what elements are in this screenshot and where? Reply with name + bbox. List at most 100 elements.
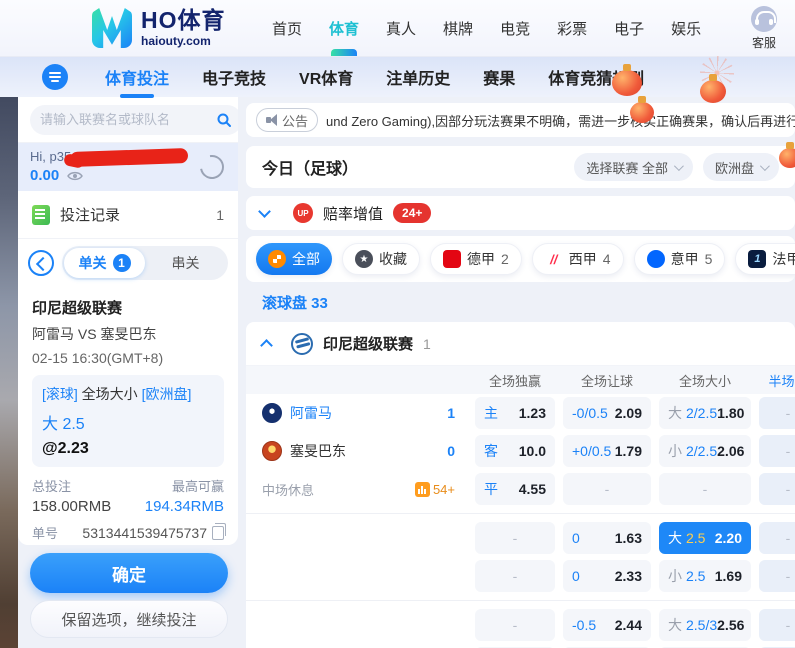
menu-icon[interactable] xyxy=(42,64,68,90)
odds-cell[interactable]: 01.63 xyxy=(563,522,651,554)
max-win-value: 194.34RMB xyxy=(128,498,224,515)
chevron-down-icon[interactable] xyxy=(258,205,271,218)
odds-cell-empty: - xyxy=(759,397,795,429)
tab-esports[interactable]: 电子竞技 xyxy=(202,65,266,89)
balance-amount: 0.00 xyxy=(30,167,59,184)
chip-laliga[interactable]: 西甲 4 xyxy=(532,243,624,275)
nav-entertainment[interactable]: 娱乐 xyxy=(671,18,701,39)
nav-esports[interactable]: 电竞 xyxy=(500,18,530,39)
odds-cell[interactable]: -0.52.44 xyxy=(563,609,651,641)
odds-type-dropdown[interactable]: 欧洲盘 xyxy=(703,153,779,181)
chip-seriea[interactable]: 意甲 5 xyxy=(634,243,726,275)
lantern-decoration xyxy=(700,80,726,103)
divider xyxy=(246,513,795,514)
copy-icon[interactable] xyxy=(212,526,224,540)
background-image-strip xyxy=(0,97,18,648)
nav-sports[interactable]: 体育 xyxy=(329,18,359,39)
announcement-badge: 公告 xyxy=(256,108,318,132)
league-filter-dropdown[interactable]: 选择联赛 全部 xyxy=(574,153,693,181)
away-team-badge xyxy=(262,441,282,461)
bet-slip: 印尼超级联赛 阿雷马 VS 塞旻巴东 02-15 16:30(GMT+8) [滚… xyxy=(18,287,238,545)
confirm-button[interactable]: 确定 xyxy=(30,553,228,593)
today-header-card: 今日（足球） 选择联赛 全部 欧洲盘 xyxy=(246,146,795,188)
market-name: 全场大小 xyxy=(82,386,138,402)
logo[interactable]: HO体育 haiouty.com xyxy=(92,8,226,48)
slip-match-time: 02-15 16:30(GMT+8) xyxy=(32,350,224,366)
odds-cell[interactable]: 大2/2.51.80 xyxy=(659,397,751,429)
odds-type-tag: [欧洲盘] xyxy=(142,386,192,402)
bet-record-item[interactable]: 投注记录 1 xyxy=(18,191,238,239)
lantern-decoration xyxy=(779,148,795,168)
logo-title: HO体育 xyxy=(141,9,226,32)
ligue1-icon xyxy=(748,250,766,268)
table-row: 塞旻巴东 0 客10.0 +0/0.51.79 小2/2.52.06 - xyxy=(246,432,795,470)
slip-selection-box: [滚球] 全场大小 [欧洲盘] 大 2.5 @2.23 xyxy=(32,375,224,467)
odds-cell[interactable]: 主1.23 xyxy=(475,397,555,429)
odds-cell[interactable]: 小2/2.52.06 xyxy=(659,435,751,467)
chip-ligue1[interactable]: 法甲 4 xyxy=(735,243,795,275)
total-stake-label: 总投注 xyxy=(32,476,128,495)
search-icon[interactable] xyxy=(216,112,232,128)
odds-boost-row: UP 赔率增值 24+ xyxy=(246,196,795,230)
league-section-header[interactable]: 印尼超级联赛 1 xyxy=(246,322,795,366)
col-fulltime-handicap: 全场让球 xyxy=(563,371,651,390)
tab-sports-betting[interactable]: 体育投注 xyxy=(105,65,169,89)
bet-slip-sidebar: Hi, p35 0.00 投注记录 1 单关 1 xyxy=(18,97,238,648)
nav-home[interactable]: 首页 xyxy=(272,18,302,39)
keep-selection-button[interactable]: 保留选项，继续投注 xyxy=(30,600,228,638)
nav-lottery[interactable]: 彩票 xyxy=(557,18,587,39)
odds-cell[interactable]: 02.33 xyxy=(563,560,651,592)
back-button[interactable] xyxy=(28,250,54,276)
logo-icon xyxy=(92,8,132,48)
home-team-badge xyxy=(262,403,282,423)
slip-match-name: 阿雷马 VS 塞旻巴东 xyxy=(32,324,224,344)
search-row xyxy=(18,97,238,143)
odds-cell[interactable]: 大2.5/32.56 xyxy=(659,609,751,641)
live-markets-count: 滚球盘 33 xyxy=(262,292,328,313)
home-team-name[interactable]: 阿雷马 xyxy=(290,403,439,423)
nav-live-casino[interactable]: 真人 xyxy=(386,18,416,39)
odds-cell[interactable]: +0/0.51.79 xyxy=(563,435,651,467)
chip-bundesliga[interactable]: 德甲 2 xyxy=(430,243,522,275)
away-team-name[interactable]: 塞旻巴东 xyxy=(290,441,439,461)
tab-vr-sports[interactable]: VR体育 xyxy=(299,65,353,89)
tab-bet-history[interactable]: 注单历史 xyxy=(386,65,450,89)
laliga-icon xyxy=(545,250,563,268)
chip-all[interactable]: 全部 xyxy=(256,243,332,275)
search-input[interactable] xyxy=(40,112,216,127)
col-halftime-1x2: 半场独 xyxy=(759,371,795,390)
sports-sub-nav: 体育投注 电子竞技 VR体育 注单历史 赛果 体育竞猜规则 xyxy=(0,57,795,97)
odds-cell-empty: - xyxy=(759,473,795,505)
eye-icon[interactable] xyxy=(67,170,83,182)
top-nav: 首页 体育 真人 棋牌 电竞 彩票 电子 娱乐 xyxy=(272,0,701,56)
odds-cell[interactable]: -0/0.52.09 xyxy=(563,397,651,429)
odds-boost-count-badge: 24+ xyxy=(393,203,431,223)
away-score: 0 xyxy=(447,443,455,459)
tab-parlay-bet[interactable]: 串关 xyxy=(145,248,226,278)
logo-domain: haiouty.com xyxy=(141,34,226,48)
tab-results[interactable]: 赛果 xyxy=(483,65,515,89)
nav-slots[interactable]: 电子 xyxy=(614,18,644,39)
chip-favorites[interactable]: ★ 收藏 xyxy=(342,243,420,275)
total-stake-value: 158.00RMB xyxy=(32,498,128,515)
odds-cell[interactable]: 平4.55 xyxy=(475,473,555,505)
table-row: 中场休息 54+ 平4.55 - - - xyxy=(246,470,795,508)
col-fulltime-ou: 全场大小 xyxy=(659,371,751,390)
stats-icon[interactable] xyxy=(415,482,430,497)
odds-cell[interactable]: 小2.51.69 xyxy=(659,560,751,592)
nav-cards[interactable]: 棋牌 xyxy=(443,18,473,39)
indonesia-league-icon xyxy=(291,333,313,355)
odds-cell[interactable]: 客10.0 xyxy=(475,435,555,467)
top-header: HO体育 haiouty.com 首页 体育 真人 棋牌 电竞 彩票 电子 娱乐… xyxy=(0,0,795,57)
order-number-label: 单号 xyxy=(32,523,58,542)
single-bet-count-badge: 1 xyxy=(113,254,131,272)
tab-single-bet[interactable]: 单关 1 xyxy=(64,248,145,278)
odds-column-headers: 全场独赢 全场让球 全场大小 半场独 xyxy=(246,366,795,394)
odds-cell-selected[interactable]: 大2.52.20 xyxy=(659,522,751,554)
chevron-down-icon xyxy=(760,161,770,171)
announcement-bar[interactable]: 公告 und Zero Gaming),因部分玩法赛果不明确，需进一步核实正确赛… xyxy=(246,103,795,137)
customer-service-button[interactable]: 客服 xyxy=(751,6,777,51)
home-score: 1 xyxy=(447,405,455,421)
odds-cell-empty: - xyxy=(475,609,555,641)
odds-cell-empty: - xyxy=(759,609,795,641)
